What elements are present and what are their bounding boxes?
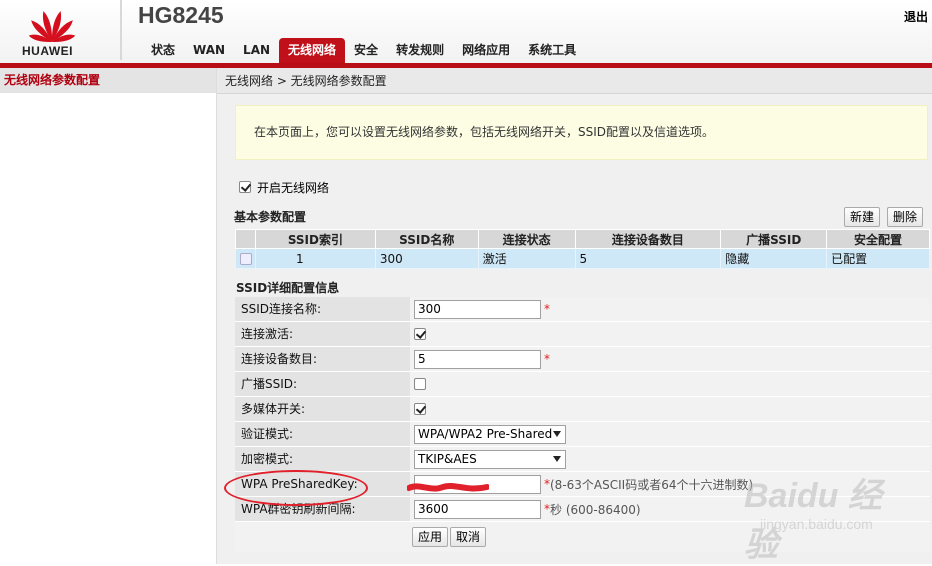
encrypt-mode-value: TKIP&AES <box>418 451 477 466</box>
row-select-checkbox[interactable] <box>240 253 252 265</box>
broadcast-ssid-checkbox[interactable] <box>414 378 426 390</box>
table-cell: 5 <box>574 248 722 269</box>
device-model: HG8245 <box>138 2 224 28</box>
form-row-broadcast: 广播SSID: <box>235 372 930 397</box>
table-header-row: SSID索引 SSID名称 连接状态 连接设备数目 广播SSID 安全配置 <box>235 229 930 249</box>
enable-wifi-label: 开启无线网络 <box>257 180 330 195</box>
multimedia-label: 多媒体开关: <box>235 397 410 421</box>
nav-tab-security[interactable]: 安全 <box>345 38 387 63</box>
breadcrumb: 无线网络 > 无线网络参数配置 <box>217 68 932 94</box>
ssid-name-label: SSID连接名称: <box>235 297 410 321</box>
form-row-ssid-active: 连接激活: <box>235 322 930 347</box>
table-cell: 激活 <box>477 248 576 269</box>
nav-tab-network-apps[interactable]: 网络应用 <box>453 38 519 63</box>
row-select-cell <box>235 248 256 269</box>
enable-wifi-row: 开启无线网络 <box>239 179 329 195</box>
table-cell: 300 <box>374 248 479 269</box>
nav-tab-system-tools[interactable]: 系统工具 <box>519 38 585 63</box>
delete-ssid-button[interactable]: 删除 <box>887 207 924 227</box>
form-actions: 应用 取消 <box>235 522 930 552</box>
table-header: 连接设备数目 <box>574 229 722 249</box>
table-header: 广播SSID <box>720 229 828 249</box>
auth-mode-label: 验证模式: <box>235 422 410 446</box>
ssid-active-label: 连接激活: <box>235 322 410 346</box>
encrypt-mode-label: 加密模式: <box>235 447 410 471</box>
psk-input[interactable] <box>414 474 541 494</box>
form-row-psk: WPA PreSharedKey: * (8-63个ASCII码或者64个十六进制… <box>235 472 930 497</box>
cancel-button[interactable]: 取消 <box>450 527 487 547</box>
info-notice: 在本页面上，您可以设置无线网络参数，包括无线网络开关，SSID配置以及信道选项。 <box>235 105 928 160</box>
table-header: SSID索引 <box>254 229 376 249</box>
auth-mode-select[interactable]: WPA/WPA2 Pre-Shared <box>414 424 566 444</box>
sidebar-item-wireless-config[interactable]: 无线网络参数配置 <box>0 68 216 93</box>
table-cell: 1 <box>254 248 376 269</box>
sidebar: 无线网络参数配置 <box>0 68 217 564</box>
form-row-ssid-name: SSID连接名称: 300 * <box>235 297 930 322</box>
rekey-hint: 秒 (600-86400) <box>550 502 641 517</box>
ssid-active-checkbox[interactable] <box>414 328 426 340</box>
required-mark: * <box>544 352 550 366</box>
rekey-input[interactable]: 3600 <box>414 499 541 519</box>
detail-config-title: SSID详细配置信息 <box>236 281 340 295</box>
form-row-device-count: 连接设备数目: 5 * <box>235 347 930 372</box>
top-header: HUAWEI HG8245 退出 状态 WAN LAN 无线网络 安全 转发规则… <box>0 0 932 63</box>
nav-tab-wireless[interactable]: 无线网络 <box>279 38 346 63</box>
ssid-table: SSID索引 SSID名称 连接状态 连接设备数目 广播SSID 安全配置 1 … <box>235 229 930 269</box>
psk-hint: (8-63个ASCII码或者64个十六进制数) <box>550 477 754 492</box>
ssid-detail-form: SSID连接名称: 300 * 连接激活: 连接设备数目: 5 * 广播SSID: … <box>235 297 930 552</box>
required-mark: * <box>544 302 550 316</box>
table-row[interactable]: 1 300 激活 5 隐藏 已配置 <box>235 248 930 269</box>
device-count-input[interactable]: 5 <box>414 349 541 369</box>
nav-tab-lan[interactable]: LAN <box>234 38 279 63</box>
chevron-down-icon <box>553 430 561 437</box>
nav-tab-wan[interactable]: WAN <box>184 38 234 63</box>
chevron-down-icon <box>553 455 561 462</box>
table-header: SSID名称 <box>374 229 479 249</box>
encrypt-mode-select[interactable]: TKIP&AES <box>414 449 566 469</box>
table-cell: 已配置 <box>826 248 930 269</box>
table-header: 连接状态 <box>477 229 576 249</box>
table-header-select <box>235 229 256 249</box>
huawei-logo: HUAWEI <box>0 0 116 63</box>
new-ssid-button[interactable]: 新建 <box>844 207 881 227</box>
main-nav: 状态 WAN LAN 无线网络 安全 转发规则 网络应用 系统工具 <box>142 38 585 63</box>
form-row-encrypt-mode: 加密模式: TKIP&AES <box>235 447 930 472</box>
main-content: 无线网络 > 无线网络参数配置 在本页面上，您可以设置无线网络参数，包括无线网络… <box>217 68 932 564</box>
basic-config-title: 基本参数配置 <box>234 210 307 224</box>
form-row-auth-mode: 验证模式: WPA/WPA2 Pre-Shared <box>235 422 930 447</box>
nav-tab-forwarding[interactable]: 转发规则 <box>387 38 453 63</box>
form-row-multimedia: 多媒体开关: <box>235 397 930 422</box>
psk-label: WPA PreSharedKey: <box>235 472 410 496</box>
logo-text: HUAWEI <box>22 44 73 58</box>
device-count-label: 连接设备数目: <box>235 347 410 371</box>
form-row-rekey: WPA群密钥刷新间隔: 3600 * 秒 (600-86400) <box>235 497 930 522</box>
table-cell: 隐藏 <box>720 248 828 269</box>
rekey-label: WPA群密钥刷新间隔: <box>235 497 410 521</box>
logout-link[interactable]: 退出 <box>904 8 928 25</box>
broadcast-ssid-label: 广播SSID: <box>235 372 410 396</box>
header-divider <box>120 0 122 60</box>
ssid-name-input[interactable]: 300 <box>414 299 541 319</box>
multimedia-checkbox[interactable] <box>414 403 426 415</box>
nav-tab-status[interactable]: 状态 <box>142 38 184 63</box>
auth-mode-value: WPA/WPA2 Pre-Shared <box>418 426 553 441</box>
table-header: 安全配置 <box>826 229 930 249</box>
apply-button[interactable]: 应用 <box>412 527 449 547</box>
enable-wifi-checkbox[interactable] <box>239 181 251 193</box>
